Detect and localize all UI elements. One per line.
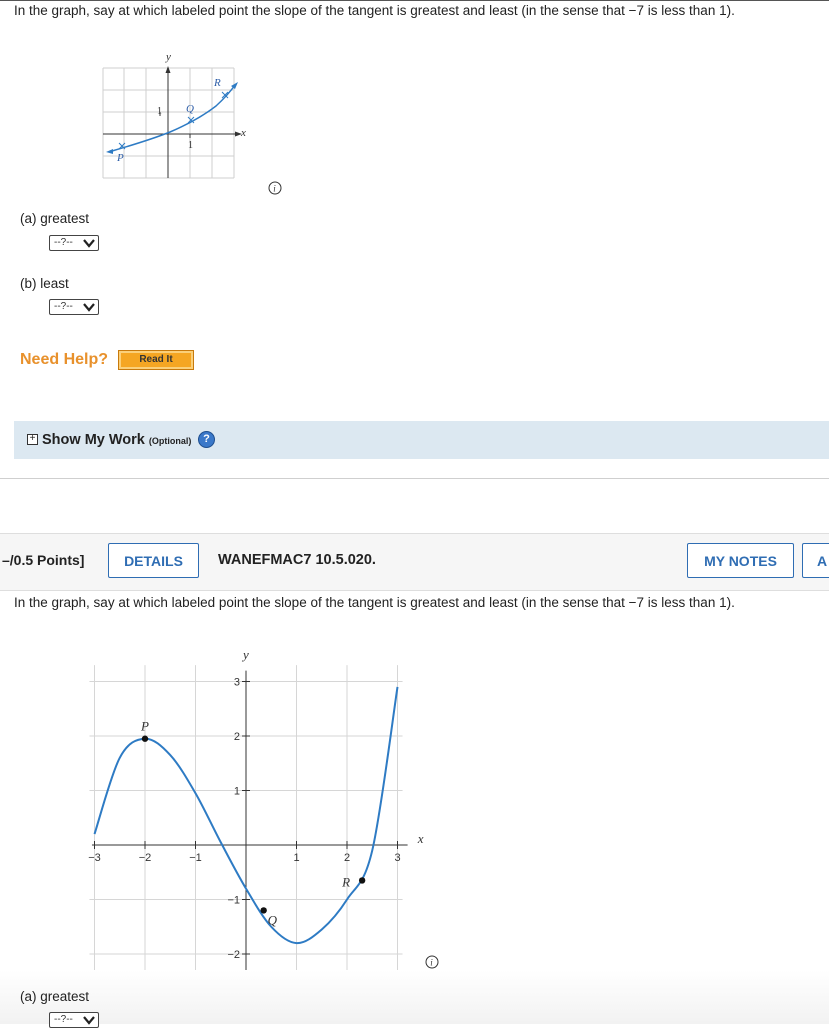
point-layer: P Q R: [140, 719, 366, 927]
part-b-select[interactable]: --?--: [49, 299, 99, 315]
my-notes-button[interactable]: MY NOTES: [687, 543, 794, 578]
read-it-button[interactable]: Read It: [118, 350, 194, 370]
x-tick-label: −1: [189, 852, 202, 864]
show-my-work-label: Show My Work: [42, 432, 145, 448]
small-graph-point-r: R: [213, 77, 221, 89]
point-label-r: R: [341, 874, 350, 889]
cubic-graph: −3 −2 −1 1 2 3 3 2 1 −1 −2 x y P Q R: [88, 647, 424, 971]
small-graph-tick-y: 1: [157, 106, 162, 117]
show-my-work-bar[interactable]: + Show My Work (Optional) ?: [14, 421, 829, 459]
part-a-select[interactable]: --?--: [49, 235, 99, 251]
point-r: [358, 877, 366, 884]
section-divider: [0, 478, 829, 479]
part-b-select-value: --?--: [54, 301, 73, 312]
part-a-label-2: (a) greatest: [20, 989, 90, 1004]
expand-plus-icon[interactable]: +: [27, 434, 38, 445]
x-axis-label: x: [417, 831, 424, 846]
x-tick-label: −3: [88, 852, 101, 864]
y-tick-label: 1: [234, 786, 240, 798]
part-a-label: (a) greatest: [20, 211, 90, 226]
bottom-fade: [0, 970, 829, 1024]
x-tick-label: 3: [394, 852, 400, 864]
need-help-label: Need Help?: [20, 351, 109, 368]
point-label-q: Q: [268, 912, 278, 927]
ask-teacher-button[interactable]: A: [802, 543, 829, 578]
help-icon[interactable]: ?: [198, 431, 215, 448]
info-icon[interactable]: i: [268, 181, 282, 195]
y-tick-label: −1: [227, 895, 240, 907]
small-graph-point-q: Q: [186, 103, 194, 115]
chevron-down-icon: [83, 239, 95, 248]
small-graph-y-label: y: [165, 51, 171, 63]
show-my-work-optional: (Optional): [148, 436, 192, 446]
points-label: –/0.5 Points]: [2, 552, 85, 568]
small-graph-point-p: P: [116, 152, 124, 164]
x-tick-label: 2: [344, 852, 350, 864]
part-b-label: (b) least: [20, 276, 69, 291]
y-axis-label: y: [241, 647, 249, 662]
top-border: [0, 0, 829, 1]
part-a-select-value: --?--: [54, 237, 73, 248]
y-tick-label: 2: [234, 731, 240, 743]
x-tick-label: −2: [139, 852, 152, 864]
chevron-down-icon: [83, 303, 95, 312]
axis-layer: −3 −2 −1 1 2 3 3 2 1 −1 −2 x y: [88, 647, 424, 971]
point-label-p: P: [140, 719, 149, 734]
y-tick-label: −2: [227, 949, 240, 961]
part-a-select-2[interactable]: --?--: [49, 1012, 99, 1028]
small-graph-tick-x: 1: [188, 140, 193, 151]
question-text-2: In the graph, say at which labeled point…: [14, 595, 735, 610]
question-code: WANEFMAC7 10.5.020.: [218, 552, 376, 568]
small-graph: y x 1 1 P Q R: [102, 51, 246, 179]
part-a-select-2-value: --?--: [54, 1014, 73, 1025]
point-p: [141, 735, 149, 742]
details-button[interactable]: DETAILS: [108, 543, 199, 578]
show-my-work-title: Show My Work (Optional): [42, 432, 191, 448]
small-graph-x-label: x: [240, 127, 246, 139]
question-text: In the graph, say at which labeled point…: [14, 3, 735, 18]
x-tick-label: 1: [293, 852, 299, 864]
info-icon[interactable]: i: [425, 955, 439, 969]
point-q: [260, 907, 267, 914]
y-tick-label: 3: [234, 677, 240, 689]
